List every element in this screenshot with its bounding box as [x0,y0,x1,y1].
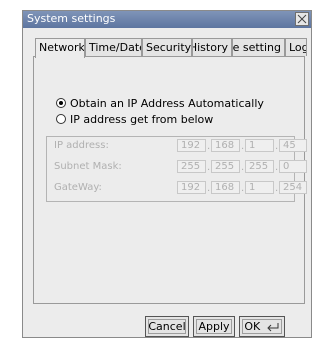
ip-address-octet-3[interactable]: 1 [245,139,274,152]
enter-icon [266,322,279,331]
gateway-octet-1[interactable]: 192 [177,181,206,194]
cancel-button[interactable]: Cancel [145,316,189,337]
subnet-mask-label: Subnet Mask: [54,161,122,172]
manual-ip-radio[interactable] [56,114,66,124]
gateway-label: GateWay: [54,182,102,193]
manual-ip-label: IP address get from below [70,113,214,126]
tab-history[interactable]: History [192,38,232,56]
ip-address-octet-2[interactable]: 168 [211,139,240,152]
title-bar: System settings [23,11,311,28]
subnet-mask-octet-1[interactable]: 255 [177,160,206,173]
tab-security[interactable]: Security [142,38,192,56]
network-panel: Obtain an IP Address Automatically IP ad… [33,56,307,304]
ip-address-octet-1[interactable]: 192 [177,139,206,152]
auto-ip-option[interactable]: Obtain an IP Address Automatically [56,97,264,111]
apply-button[interactable]: Apply [193,316,235,337]
close-button[interactable] [295,12,309,26]
manual-ip-option[interactable]: IP address get from below [56,113,213,127]
ip-settings-group: IP address: 192 . 168 . 1 . 45 Subnet Ma… [46,136,307,202]
subnet-mask-octet-3[interactable]: 255 [245,160,274,173]
auto-ip-label: Obtain an IP Address Automatically [70,97,264,110]
settings-dialog: System settings Network Time/Date Securi… [22,10,312,338]
tab-network[interactable]: Network [35,38,85,58]
close-icon [297,14,307,24]
ip-address-octet-4[interactable]: 45 [279,139,307,152]
gateway-octet-2[interactable]: 168 [211,181,240,194]
subnet-mask-octet-4[interactable]: 0 [279,160,307,173]
gateway-octet-4[interactable]: 254 [279,181,307,194]
tab-log[interactable]: Log [285,38,307,56]
window-title: System settings [27,12,116,25]
ok-button[interactable]: OK [239,316,285,337]
tab-time-date[interactable]: Time/Date [85,38,142,56]
subnet-mask-octet-2[interactable]: 255 [211,160,240,173]
gateway-octet-3[interactable]: 1 [245,181,274,194]
tab-time-setting[interactable]: Time setting [232,38,285,56]
ip-address-label: IP address: [54,140,109,151]
ok-label: OK [244,320,261,333]
auto-ip-radio[interactable] [56,98,66,108]
